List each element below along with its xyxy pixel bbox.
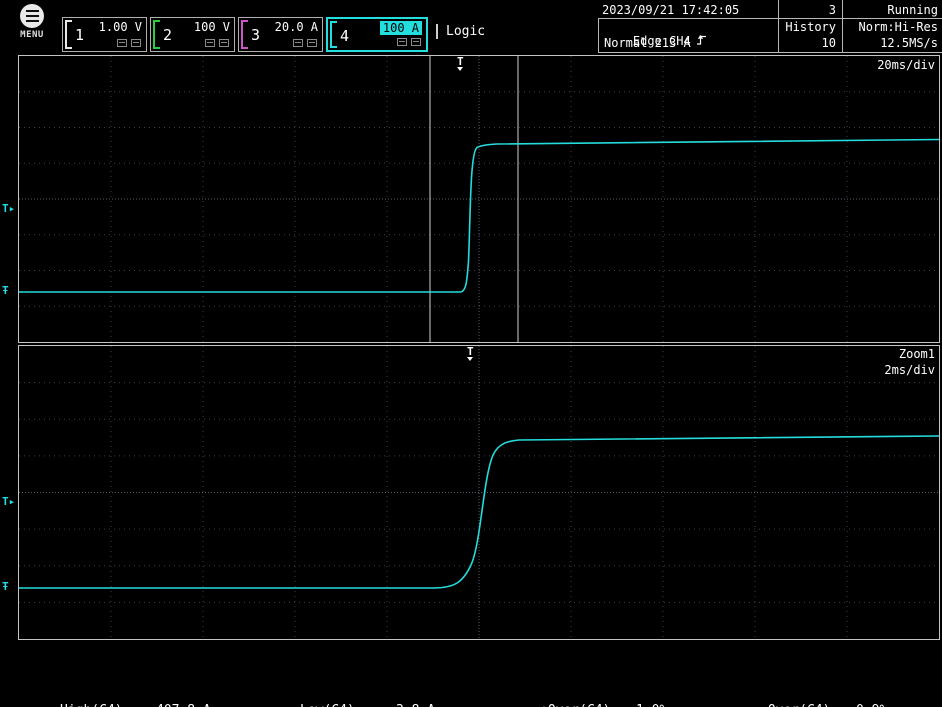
main-timebase: 20ms/div: [877, 58, 935, 72]
bandwidth-icon: [411, 38, 421, 46]
measurement-column-1: High(C4)407.8 A Rise(C4)0.86832ms: [60, 676, 226, 707]
run-status: Running: [848, 3, 938, 17]
oscilloscope-screen: MENU 1 1.00 V 2 100 V 3 20.0 A 4 100 A L…: [0, 0, 942, 707]
bandwidth-icon: [131, 39, 141, 47]
measurement-column-3: +Over(C4)1.0%: [540, 676, 667, 707]
measurement-column-2: Low(C4)3.8 A Fall(C4)*****: [300, 676, 435, 707]
main-waveform-plot: [19, 56, 939, 342]
channel-box-4[interactable]: 4 100 A: [326, 17, 428, 52]
ground-level-marker[interactable]: Ŧ: [2, 285, 9, 297]
hamburger-icon: [20, 4, 44, 28]
channel-scale: 100 V: [194, 20, 230, 34]
measurement-value: 1.0%: [636, 703, 667, 707]
bandwidth-icon: [219, 39, 229, 47]
history-label[interactable]: History: [782, 20, 836, 34]
trigger-level-marker[interactable]: T▸: [2, 203, 15, 215]
channel-box-1[interactable]: 1 1.00 V: [62, 17, 147, 52]
zoom-trigger-position-marker[interactable]: T: [467, 346, 474, 361]
channel-color-bracket-icon: [153, 20, 160, 49]
channel-number: 1: [75, 26, 84, 44]
trigger-position-marker[interactable]: T: [457, 56, 464, 71]
channel-scale: 20.0 A: [275, 20, 318, 34]
menu-button[interactable]: MENU: [12, 4, 52, 40]
measurement-value: 0.9%: [856, 703, 887, 707]
zoom-trigger-level-marker[interactable]: T▸: [2, 496, 15, 508]
sample-rate: 12.5MS/s: [846, 36, 938, 50]
bandwidth-icon: [307, 39, 317, 47]
coupling-icon: [205, 39, 215, 47]
coupling-icon: [397, 38, 407, 46]
channel-color-bracket-icon: [65, 20, 72, 49]
menu-label: MENU: [12, 30, 52, 40]
logic-button[interactable]: Logic: [436, 24, 485, 39]
history-count: 10: [782, 36, 836, 50]
coupling-icon: [293, 39, 303, 47]
channel-scale: 100 A: [380, 21, 422, 35]
acquisition-count: 3: [760, 3, 836, 17]
datetime: 2023/09/21 17:42:05: [602, 3, 739, 17]
trigger-detail: Normal 213 A: [604, 36, 691, 50]
main-waveform-panel: T 20ms/div: [18, 55, 940, 343]
channel-number: 2: [163, 26, 172, 44]
measurement-value: 3.8 A: [396, 703, 435, 707]
zoom-ground-level-marker[interactable]: Ŧ: [2, 581, 9, 593]
channel-scale: 1.00 V: [99, 20, 142, 34]
zoom-waveform-plot: [19, 346, 939, 639]
acquisition-mode[interactable]: Norm:Hi-Res: [846, 20, 938, 34]
channel-box-2[interactable]: 2 100 V: [150, 17, 235, 52]
measurement-column-4: -Over(C4)0.9%: [760, 676, 887, 707]
measurement-value: 407.8 A: [156, 703, 211, 707]
channel-box-3[interactable]: 3 20.0 A: [238, 17, 323, 52]
coupling-icon: [117, 39, 127, 47]
zoom-timebase: 2ms/div: [884, 363, 935, 377]
channel-number: 3: [251, 26, 260, 44]
channel-number: 4: [340, 27, 349, 45]
channel-color-bracket-icon: [241, 20, 248, 49]
rising-edge-icon: [696, 34, 707, 49]
zoom-waveform-panel: T Zoom1 2ms/div: [18, 345, 940, 640]
zoom-title: Zoom1: [899, 347, 935, 361]
channel-color-bracket-icon: [330, 21, 337, 48]
